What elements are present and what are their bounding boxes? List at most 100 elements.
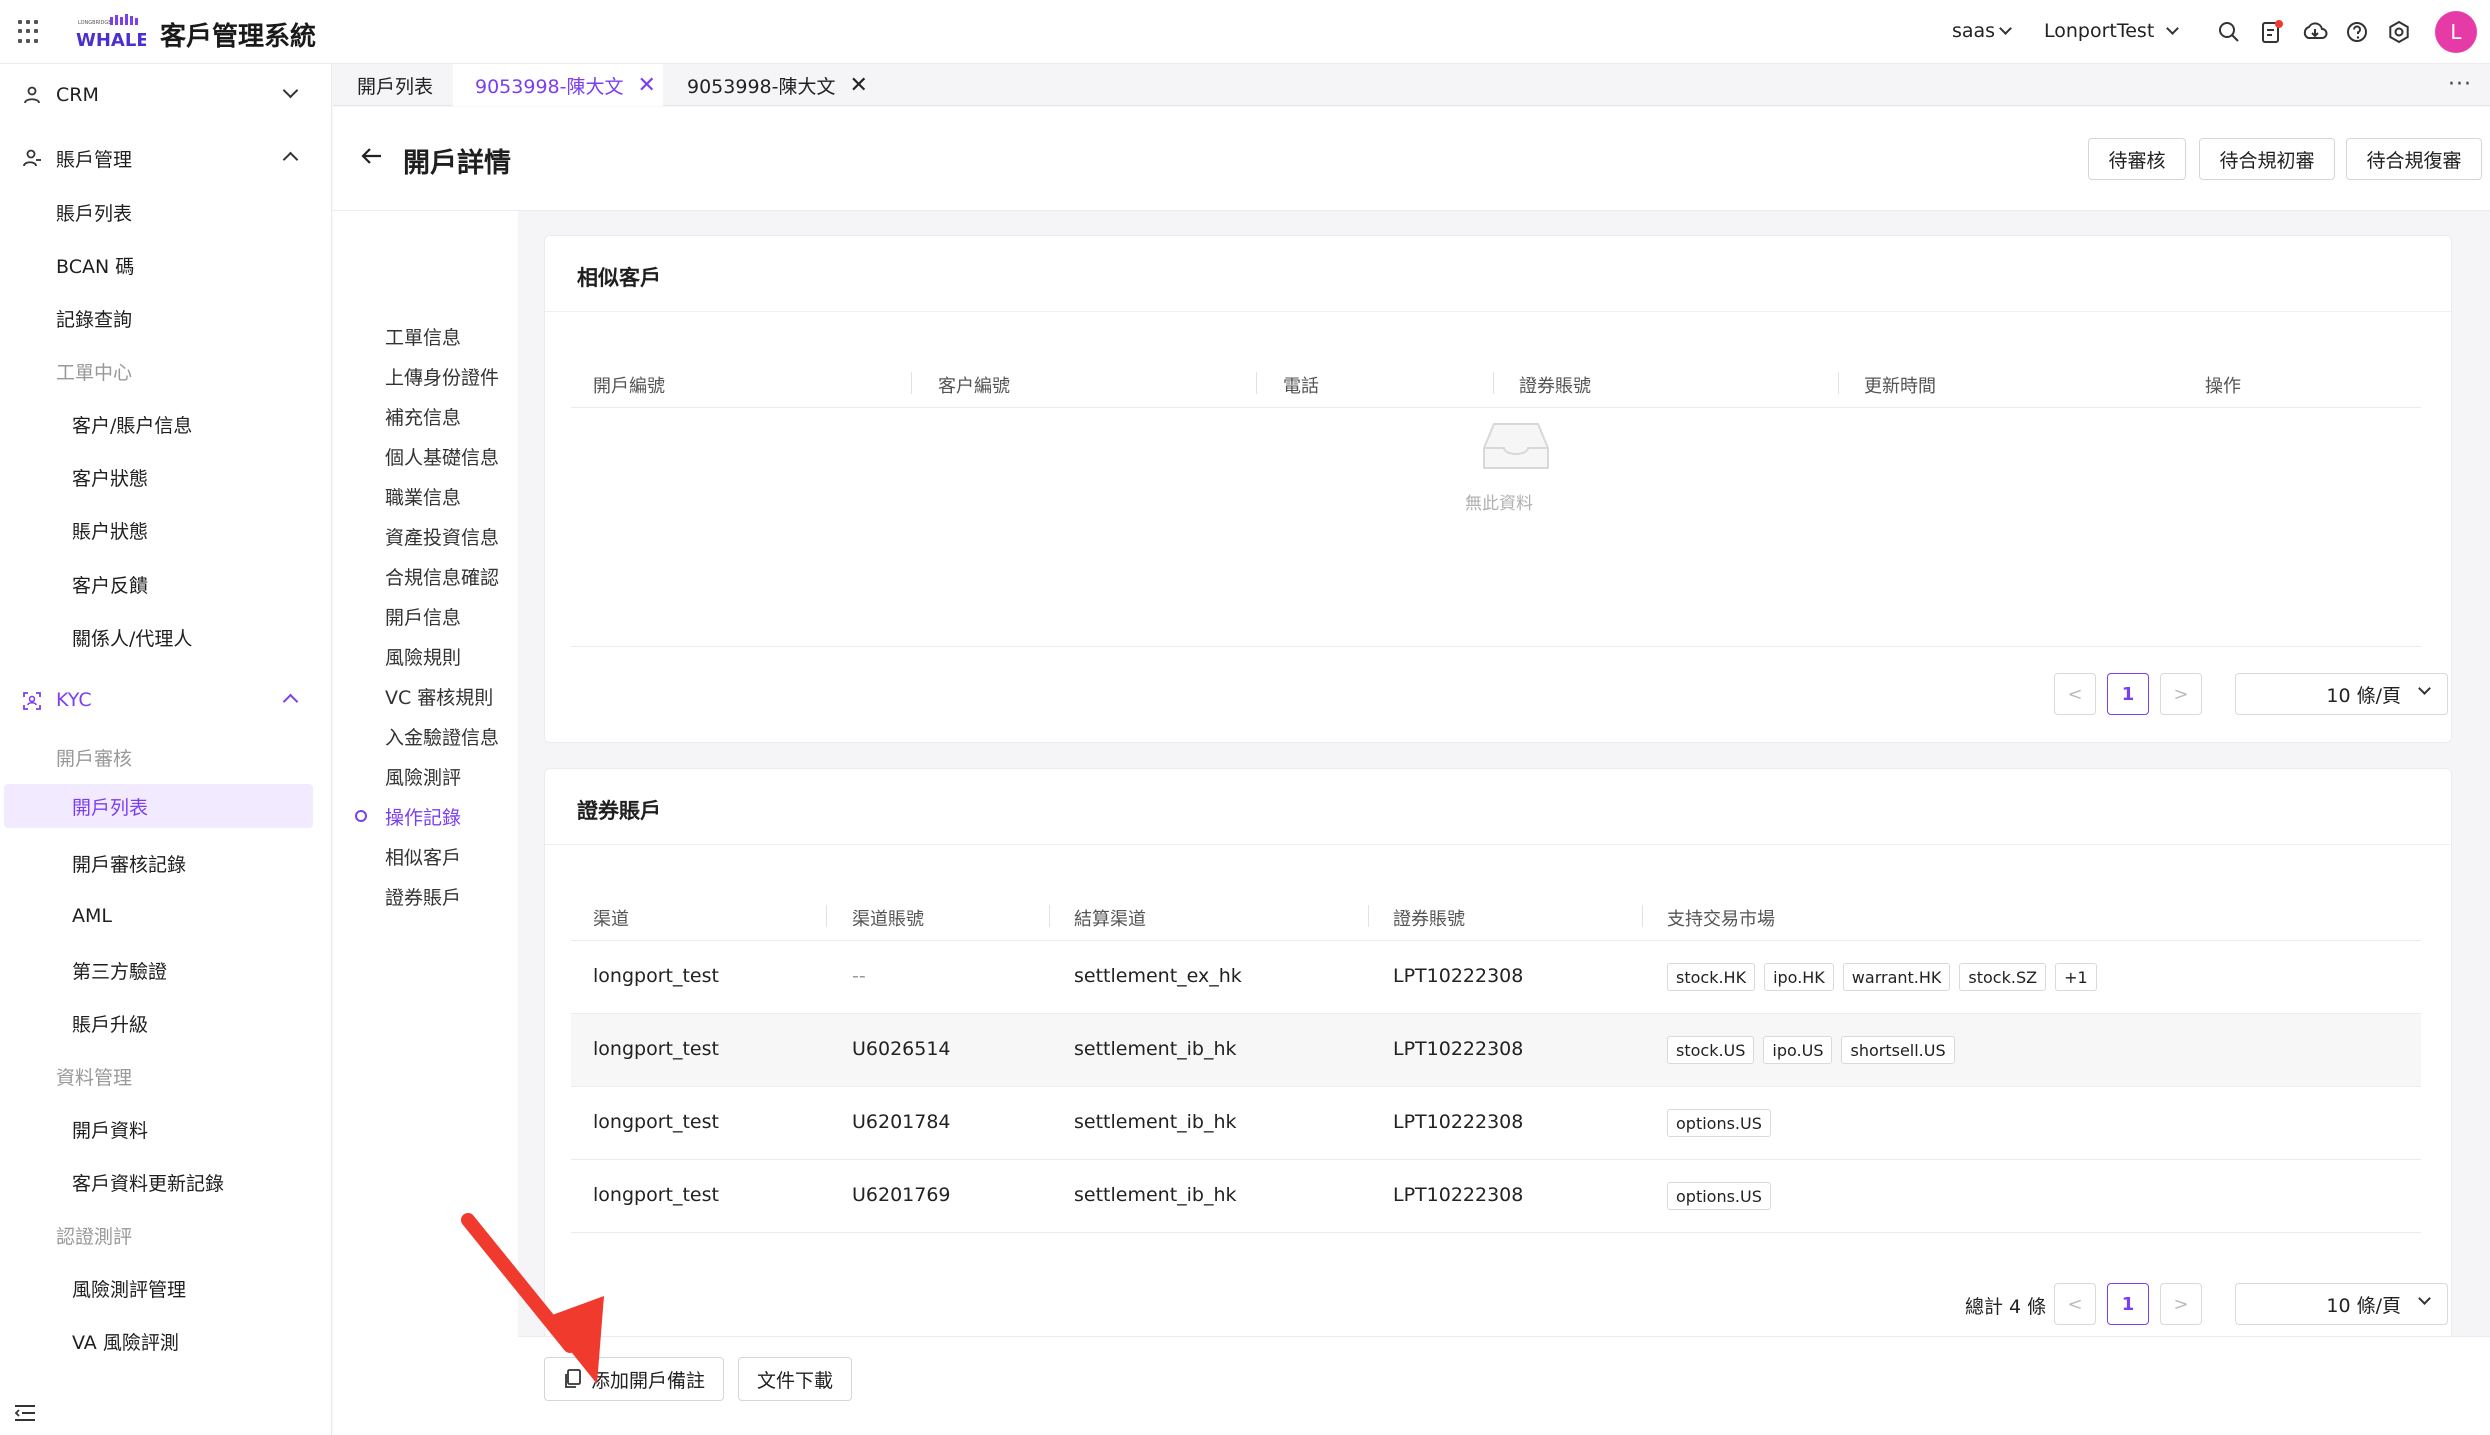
sidebar-item-label: 風險測評管理 <box>72 1278 187 1301</box>
close-icon[interactable]: ✕ <box>849 73 867 98</box>
page-title: 開戶詳情 <box>403 148 511 179</box>
page-size-select[interactable]: 10 條/頁 <box>2235 673 2448 715</box>
market-tag: stock.SZ <box>1959 963 2047 991</box>
anchor-item[interactable]: 上傳身份證件 <box>385 363 499 390</box>
tab-label: 開戶列表 <box>357 75 434 98</box>
tab-client-detail[interactable]: 9053998-陳大文 ✕ <box>673 64 883 106</box>
page-number-button[interactable]: 1 <box>2107 673 2149 715</box>
task-notification-icon[interactable] <box>2259 19 2285 45</box>
tab-label: 9053998-陳大文 <box>687 75 836 98</box>
search-icon[interactable] <box>2216 19 2242 45</box>
prev-page-button[interactable]: < <box>2054 1283 2096 1325</box>
app-grid-icon[interactable] <box>18 20 42 44</box>
anchor-item[interactable]: 工單信息 <box>385 323 461 350</box>
svg-text:WHALE: WHALE <box>76 30 146 50</box>
sidebar-item-risk-mgmt[interactable]: 風險測評管理 <box>0 1266 332 1310</box>
anchor-item[interactable]: 相似客戶 <box>385 843 461 870</box>
channel-account-cell: U6201784 <box>852 1111 951 1133</box>
anchor-item[interactable]: 職業信息 <box>385 483 461 510</box>
sidebar-item-label: 開戶資料 <box>72 1119 149 1142</box>
column-header: 渠道賬號 <box>852 909 924 930</box>
back-arrow-icon[interactable] <box>359 143 385 169</box>
sidebar-item-crm[interactable]: CRM <box>0 73 332 117</box>
chevron-up-icon <box>282 693 299 710</box>
empty-inbox-icon <box>1483 423 1549 469</box>
settings-gear-icon[interactable] <box>2386 19 2412 45</box>
collapse-menu-icon[interactable] <box>14 1404 36 1422</box>
tab-client-detail-active[interactable]: 9053998-陳大文 ✕ <box>453 64 663 106</box>
tab-open-list[interactable]: 開戶列表 <box>333 64 443 106</box>
pending-compliance-recheck-button[interactable]: 待合規復審 <box>2346 138 2482 180</box>
help-icon[interactable] <box>2344 19 2370 45</box>
sidebar-item-label: 客戶資料更新記錄 <box>72 1172 225 1195</box>
sidebar-item-open-review-log[interactable]: 開戶審核記錄 <box>0 841 332 885</box>
sidebar-item-aml[interactable]: AML <box>0 894 332 938</box>
sidebar-item-open-data[interactable]: 開戶資料 <box>0 1107 332 1151</box>
sidebar-item-va-risk[interactable]: VA 風險評測 <box>0 1319 332 1363</box>
anchor-item-active[interactable]: 操作記錄 <box>385 803 461 830</box>
sidebar-item-client-info[interactable]: 客户/賬户信息 <box>0 402 332 446</box>
pending-review-button[interactable]: 待審核 <box>2088 138 2186 180</box>
anchor-item[interactable]: VC 審核規則 <box>385 683 493 710</box>
sidebar-item-related-party[interactable]: 關係人/代理人 <box>0 615 332 659</box>
top-bar: LONGBRIDGE WHALE 客戶管理系統 saas LonportTest… <box>0 0 2490 64</box>
channel-cell: longport_test <box>593 965 719 987</box>
anchor-item[interactable]: 合規信息確認 <box>385 563 499 590</box>
table-row: longport_test U6201784 settlement_ib_hk … <box>571 1087 2421 1160</box>
more-tabs-icon[interactable]: ··· <box>2448 72 2472 97</box>
sidebar-item-third-party[interactable]: 第三方驗證 <box>0 948 332 992</box>
chevron-down-icon <box>2418 1292 2431 1305</box>
more-markets-tag[interactable]: +1 <box>2055 963 2097 991</box>
user-avatar[interactable]: L <box>2435 11 2477 53</box>
sidebar-item-account-mgmt[interactable]: 賬戶管理 <box>0 136 332 180</box>
tenant-select[interactable]: LonportTest <box>2044 20 2180 42</box>
close-icon[interactable]: ✕ <box>637 73 655 98</box>
sidebar-item-label: 關係人/代理人 <box>72 627 193 650</box>
sidebar-item-account-list[interactable]: 賬戶列表 <box>0 190 332 234</box>
sidebar-item-label: VA 風險評測 <box>72 1331 179 1354</box>
prev-page-button[interactable]: < <box>2054 673 2096 715</box>
sidebar-item-label: 賬戶管理 <box>56 148 133 171</box>
sidebar-item-open-list[interactable]: 開戶列表 <box>4 784 313 828</box>
sidebar-section-data-mgmt: 資料管理 <box>0 1054 332 1098</box>
env-select[interactable]: saas <box>1952 20 2012 42</box>
sec-account-cell: LPT10222308 <box>1393 1038 1524 1060</box>
sidebar-item-account-upgrade[interactable]: 賬戶升級 <box>0 1001 332 1045</box>
page-number-button[interactable]: 1 <box>2107 1283 2149 1325</box>
anchor-item[interactable]: 風險規則 <box>385 643 461 670</box>
anchor-item[interactable]: 開戶信息 <box>385 603 461 630</box>
anchor-item[interactable]: 補充信息 <box>385 403 461 430</box>
file-download-button[interactable]: 文件下載 <box>738 1357 853 1401</box>
download-cloud-icon[interactable] <box>2302 19 2328 45</box>
column-divider <box>1049 905 1050 927</box>
column-divider <box>1493 372 1494 394</box>
page-size-value: 10 條/頁 <box>2326 684 2401 707</box>
sidebar-item-label: 開戶審核記錄 <box>72 853 187 876</box>
next-page-button[interactable]: > <box>2160 673 2202 715</box>
detail-content: LongPort Test Admin LongPort Test Admin … <box>518 211 2490 1435</box>
pending-compliance-initial-button[interactable]: 待合規初審 <box>2199 138 2335 180</box>
sidebar-item-record-query[interactable]: 記錄查詢 <box>0 296 332 340</box>
section-title: 相似客戶 <box>577 266 661 290</box>
next-page-button[interactable]: > <box>2160 1283 2202 1325</box>
tab-bar: 開戶列表 9053998-陳大文 ✕ 9053998-陳大文 ✕ ··· <box>333 64 2490 106</box>
column-divider <box>826 905 827 927</box>
anchor-item[interactable]: 證券賬戶 <box>385 883 461 910</box>
sidebar-item-account-status[interactable]: 賬户狀態 <box>0 508 332 552</box>
market-tag: options.US <box>1667 1109 1771 1137</box>
anchor-item[interactable]: 入金驗證信息 <box>385 723 499 750</box>
anchor-item[interactable]: 風險測評 <box>385 763 461 790</box>
page-size-select[interactable]: 10 條/頁 <box>2235 1283 2448 1325</box>
page-header: 開戶詳情 待審核 待合規初審 待合規復審 <box>333 107 2490 211</box>
add-open-note-button[interactable]: 添加開戶備註 <box>544 1357 725 1401</box>
anchor-item[interactable]: 個人基礎信息 <box>385 443 499 470</box>
sidebar-item-client-status[interactable]: 客户狀態 <box>0 455 332 499</box>
footer-action-bar: 添加開戶備註 文件下載 <box>518 1336 2490 1435</box>
sidebar-item-client-feedback[interactable]: 客户反饋 <box>0 562 332 606</box>
market-tags: stock.HK ipo.HK warrant.HK stock.SZ +1 <box>1667 963 2097 991</box>
sidebar-item-bcan[interactable]: BCAN 碼 <box>0 243 332 287</box>
sidebar-item-kyc[interactable]: KYC <box>0 678 332 722</box>
anchor-item[interactable]: 資產投資信息 <box>385 523 499 550</box>
sidebar-item-client-update-log[interactable]: 客戶資料更新記錄 <box>0 1160 332 1204</box>
sec-account-cell: LPT10222308 <box>1393 1111 1524 1133</box>
